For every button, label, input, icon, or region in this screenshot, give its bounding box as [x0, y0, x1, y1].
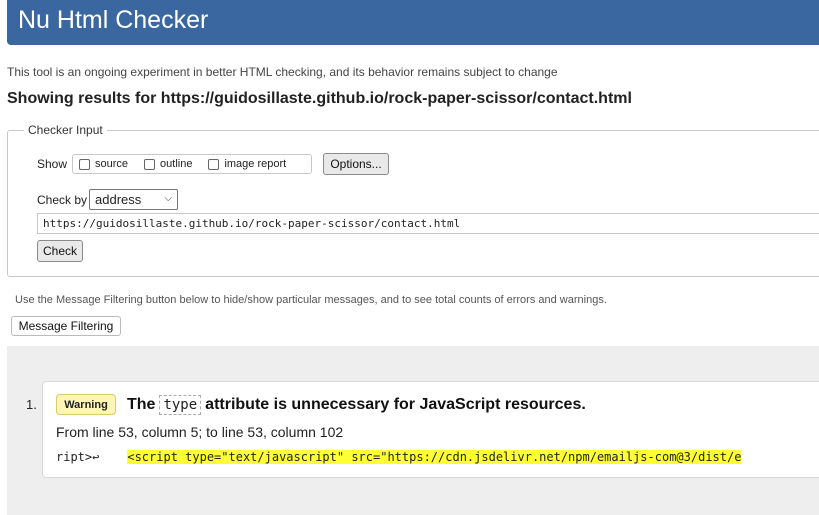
intro-text: This tool is an ongoing experiment in be… — [7, 65, 558, 79]
check-button[interactable]: Check — [37, 240, 83, 262]
source-option-label: source — [95, 158, 129, 170]
message-code: type — [159, 395, 202, 415]
check-by-label: Check by — [37, 193, 88, 207]
options-button[interactable]: Options... — [323, 153, 389, 175]
check-by-value: address — [95, 192, 142, 207]
check-by-select[interactable]: address ⌵ — [89, 189, 178, 210]
message-filtering-button[interactable]: Message Filtering — [11, 316, 121, 336]
message-location[interactable]: From line 53, column 5; to line 53, colu… — [56, 424, 343, 440]
outline-option[interactable]: outline — [144, 158, 192, 170]
page: Nu Html Checker This tool is an ongoing … — [0, 0, 819, 515]
source-checkbox[interactable] — [79, 158, 90, 170]
checker-input-legend: Checker Input — [24, 123, 107, 137]
url-input[interactable]: https://guidosillaste.github.io/rock-pap… — [37, 213, 819, 234]
chevron-down-icon: ⌵ — [164, 193, 172, 204]
message-extract: ript>↩ <script type="text/javascript" src… — [56, 450, 818, 468]
message-text: The type attribute is unnecessary for Ja… — [127, 395, 586, 415]
source-option[interactable]: source — [79, 158, 128, 170]
warning-badge: Warning — [56, 394, 116, 415]
show-options-group: source outline image report — [72, 154, 312, 174]
image-report-option-label: image report — [224, 158, 287, 170]
message-number: 1. — [26, 397, 37, 412]
message-text-before: The — [127, 396, 156, 413]
outline-option-label: outline — [160, 158, 193, 170]
show-label: Show — [37, 157, 68, 171]
image-report-option[interactable]: image report — [208, 158, 286, 170]
header-bar: Nu Html Checker — [7, 0, 819, 45]
results-heading: Showing results for https://guidosillast… — [7, 90, 632, 107]
message-text-after: attribute is unnecessary for JavaScript … — [205, 396, 586, 413]
extract-highlight: <script type="text/javascript" src="http… — [127, 450, 742, 464]
outline-checkbox[interactable] — [144, 158, 156, 170]
image-report-checkbox[interactable] — [208, 158, 220, 170]
extract-prefix: ript> — [56, 450, 93, 464]
filter-note: Use the Message Filtering button below t… — [15, 294, 607, 306]
page-title: Nu Html Checker — [18, 6, 209, 34]
newline-icon: ↩ — [92, 450, 100, 464]
